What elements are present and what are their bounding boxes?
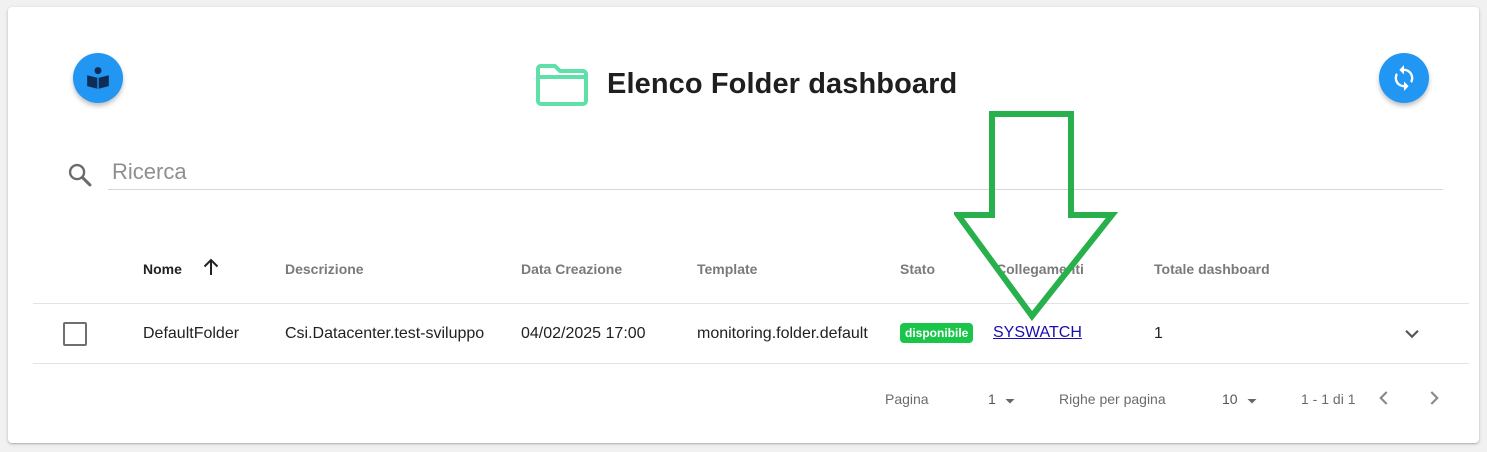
search-input[interactable] [108, 155, 1443, 190]
column-header-collegamenti[interactable]: Collegamenti [996, 261, 1084, 277]
page-label: Pagina [885, 391, 929, 407]
page-select-caret-icon[interactable] [1003, 394, 1017, 408]
cell-totale-dashboard: 1 [1154, 325, 1163, 342]
page-header: Elenco Folder dashboard [536, 59, 957, 109]
header-divider [33, 303, 1469, 304]
page-range-text: 1 - 1 di 1 [1301, 391, 1356, 407]
annotation-arrow [954, 111, 1119, 321]
syswatch-link[interactable]: SYSWATCH [993, 324, 1082, 342]
cell-descrizione: Csi.Datacenter.test-sviluppo [285, 325, 485, 342]
refresh-button[interactable] [1379, 53, 1429, 103]
previous-page-icon[interactable] [1371, 385, 1397, 411]
guide-button[interactable] [73, 53, 123, 103]
column-header-data-creazione[interactable]: Data Creazione [521, 261, 622, 277]
column-header-template[interactable]: Template [697, 261, 757, 277]
rows-per-page-select[interactable]: 10 [1222, 391, 1238, 407]
row-select-checkbox[interactable] [63, 322, 87, 346]
row-divider [33, 363, 1469, 364]
page-select[interactable]: 1 [988, 391, 996, 407]
rows-per-page-label: Righe per pagina [1059, 391, 1166, 407]
folder-list-card: Elenco Folder dashboard Nome Descrizione… [8, 7, 1479, 443]
cell-data-creazione: 04/02/2025 17:00 [521, 325, 646, 342]
cell-nome: DefaultFolder [143, 325, 240, 342]
column-header-nome[interactable]: Nome [143, 261, 182, 277]
chevron-down-icon[interactable] [1399, 321, 1425, 347]
search-icon [68, 163, 92, 187]
column-header-descrizione[interactable]: Descrizione [285, 261, 364, 277]
sort-ascending-icon[interactable] [199, 255, 223, 279]
column-header-stato[interactable]: Stato [900, 261, 935, 277]
column-header-totale-dashboard[interactable]: Totale dashboard [1154, 261, 1270, 277]
status-badge: disponibile [900, 323, 974, 343]
cell-template: monitoring.folder.default [697, 325, 868, 342]
book-reader-icon [87, 67, 109, 89]
folder-icon [536, 64, 588, 106]
rows-select-caret-icon[interactable] [1245, 394, 1259, 408]
page-title: Elenco Folder dashboard [607, 67, 958, 100]
refresh-icon [1394, 65, 1414, 91]
next-page-icon[interactable] [1421, 385, 1447, 411]
